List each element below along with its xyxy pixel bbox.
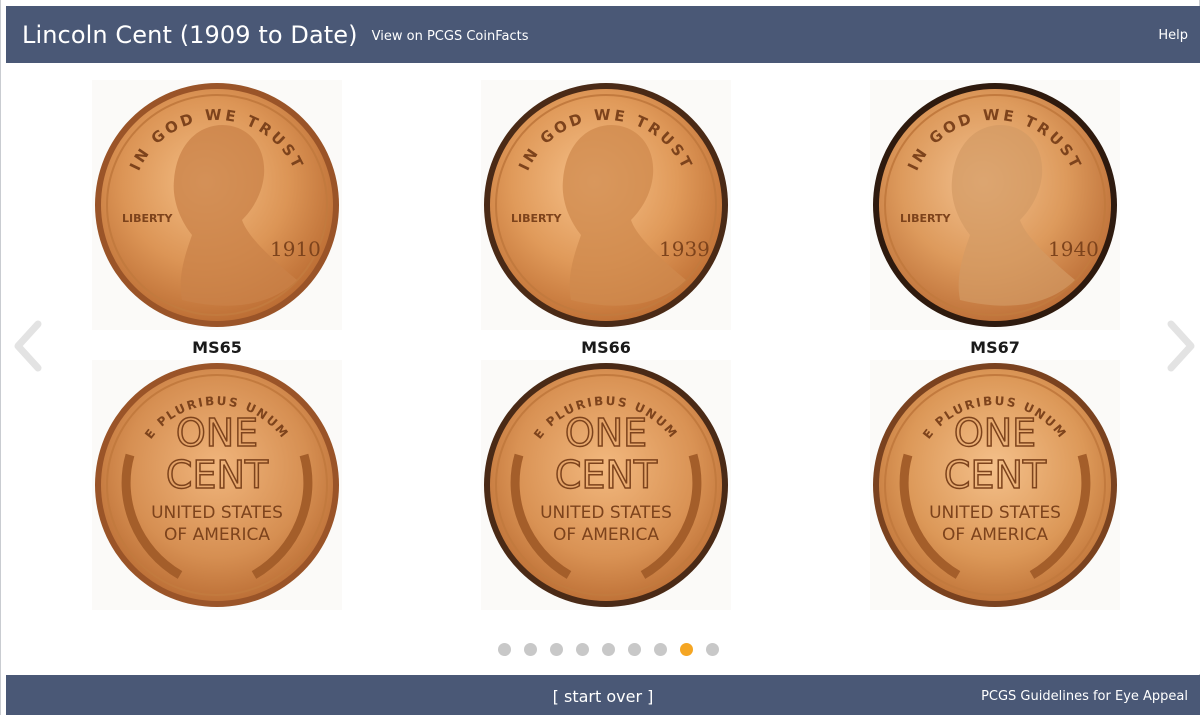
coin-obverse-icon: IN GOD WE TRUST LIBERTY 1940 <box>873 83 1117 327</box>
date-text: 1940 <box>1048 237 1099 261</box>
reverse-line2: CENT <box>944 453 1047 497</box>
grade-label: MS65 <box>192 338 242 357</box>
reverse-image[interactable]: E PLURIBUS UNUM ONE CENT UNITED STATES O… <box>870 360 1120 610</box>
reverse-line3: UNITED STATES <box>540 503 672 523</box>
liberty-text: LIBERTY <box>900 212 951 225</box>
grade-label: MS67 <box>970 338 1020 357</box>
reverse-image[interactable]: E PLURIBUS UNUM ONE CENT UNITED STATES O… <box>481 360 731 610</box>
reverse-line1: ONE <box>176 411 258 455</box>
liberty-text: LIBERTY <box>511 212 562 225</box>
reverse-image[interactable]: E PLURIBUS UNUM ONE CENT UNITED STATES O… <box>92 360 342 610</box>
coin-reverse-icon: E PLURIBUS UNUM ONE CENT UNITED STATES O… <box>95 363 339 607</box>
coin-reverse-icon: E PLURIBUS UNUM ONE CENT UNITED STATES O… <box>873 363 1117 607</box>
pagination-dots <box>6 643 1200 656</box>
next-arrow-button[interactable] <box>1161 318 1200 374</box>
reverse-line3: UNITED STATES <box>929 503 1061 523</box>
pagination-dot[interactable] <box>575 643 589 656</box>
reverse-line1: ONE <box>565 411 647 455</box>
reverse-line3: UNITED STATES <box>151 503 283 523</box>
obverse-image[interactable]: IN GOD WE TRUST LIBERTY 1939 <box>481 80 731 330</box>
reverse-line4: OF AMERICA <box>164 525 270 545</box>
chevron-right-icon <box>1167 320 1195 372</box>
pagination-dot[interactable] <box>549 643 563 656</box>
header-bar: Lincoln Cent (1909 to Date) View on PCGS… <box>6 6 1200 63</box>
reverse-line2: CENT <box>555 453 658 497</box>
reverse-line4: OF AMERICA <box>553 525 659 545</box>
pagination-dot[interactable] <box>497 643 511 656</box>
coinfacts-link[interactable]: View on PCGS CoinFacts <box>372 29 529 44</box>
date-text: 1939 <box>659 237 710 261</box>
coin-reverse-icon: E PLURIBUS UNUM ONE CENT UNITED STATES O… <box>484 363 728 607</box>
page-title: Lincoln Cent (1909 to Date) <box>22 20 358 49</box>
eye-appeal-guidelines-link[interactable]: PCGS Guidelines for Eye Appeal <box>981 689 1188 704</box>
coin-obverse-icon: IN GOD WE TRUST LIBERTY 1910 <box>95 83 339 327</box>
obverse-image[interactable]: IN GOD WE TRUST LIBERTY 1940 <box>870 80 1120 330</box>
grade-label: MS66 <box>581 338 631 357</box>
footer-bar: [ start over ] PCGS Guidelines for Eye A… <box>6 675 1200 715</box>
start-over-link[interactable]: [ start over ] <box>553 687 654 706</box>
chevron-left-icon <box>14 320 42 372</box>
coin-obverse-icon: IN GOD WE TRUST LIBERTY 1939 <box>484 83 728 327</box>
coin-carousel: IN GOD WE TRUST LIBERTY 1910 MS65 E PLUR… <box>6 63 1200 674</box>
pagination-dot[interactable] <box>705 643 719 656</box>
obverse-image[interactable]: IN GOD WE TRUST LIBERTY 1910 <box>92 80 342 330</box>
pagination-dot[interactable] <box>601 643 615 656</box>
prev-arrow-button[interactable] <box>8 318 48 374</box>
pagination-dot[interactable] <box>627 643 641 656</box>
help-link[interactable]: Help <box>1158 28 1188 43</box>
date-text: 1910 <box>270 237 321 261</box>
reverse-line4: OF AMERICA <box>942 525 1048 545</box>
reverse-line1: ONE <box>954 411 1036 455</box>
pagination-dot[interactable] <box>523 643 537 656</box>
reverse-line2: CENT <box>166 453 269 497</box>
liberty-text: LIBERTY <box>122 212 173 225</box>
pagination-dot[interactable] <box>653 643 667 656</box>
pagination-dot-active[interactable] <box>679 643 693 656</box>
